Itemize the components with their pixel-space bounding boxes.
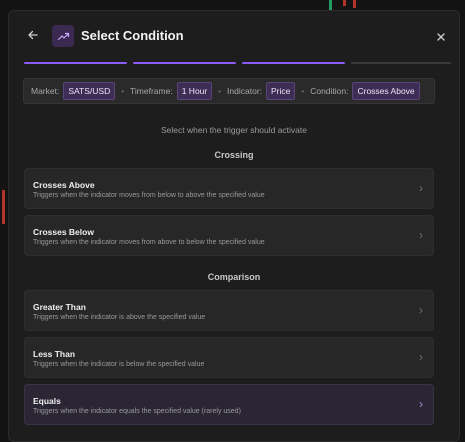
timeframe-label: Timeframe: <box>130 86 173 96</box>
market-label: Market: <box>31 86 60 96</box>
select-condition-modal: Select Condition Market: SATS/USD • Time… <box>8 10 460 442</box>
chart-candle-red <box>2 190 5 224</box>
condition-option-greater-than[interactable]: Greater Than Triggers when the indicator… <box>24 290 434 331</box>
option-description: Triggers when the indicator equals the s… <box>33 408 241 415</box>
option-description: Triggers when the indicator moves from a… <box>33 239 265 246</box>
chevron-right-icon: › <box>419 228 423 242</box>
arrow-left-icon <box>28 30 38 40</box>
timeframe-chip: 1 Hour <box>176 82 213 100</box>
separator-dot: • <box>301 86 305 96</box>
condition-label: Condition: <box>310 86 349 96</box>
market-chip: SATS/USD <box>63 82 116 100</box>
separator-dot: • <box>218 86 222 96</box>
option-description: Triggers when the indicator moves from b… <box>33 192 265 199</box>
modal-title: Select Condition <box>81 28 184 43</box>
option-description: Triggers when the indicator is below the… <box>33 361 205 368</box>
modal-header: Select Condition <box>9 11 459 63</box>
option-name: Equals <box>33 396 61 406</box>
condition-chip: Crosses Above <box>352 82 420 100</box>
close-button[interactable] <box>434 30 448 44</box>
option-name: Crosses Above <box>33 180 95 190</box>
indicator-chip: Price <box>266 82 296 100</box>
chevron-right-icon: › <box>419 303 423 317</box>
condition-option-less-than[interactable]: Less Than Triggers when the indicator is… <box>24 337 434 378</box>
chart-candle-red <box>353 0 356 8</box>
step-progress <box>24 62 451 64</box>
condition-option-crosses-above[interactable]: Crosses Above Triggers when the indicato… <box>24 168 434 209</box>
progress-step <box>133 62 236 64</box>
trending-up-icon <box>52 25 74 47</box>
indicator-label: Indicator: <box>227 86 263 96</box>
close-icon <box>437 33 445 41</box>
option-description: Triggers when the indicator is above the… <box>33 314 206 321</box>
section-title-comparison: Comparison <box>207 272 261 282</box>
progress-step <box>242 62 345 64</box>
chart-candle-green <box>329 0 332 10</box>
chevron-right-icon: › <box>419 350 423 364</box>
condition-option-equals[interactable]: Equals Triggers when the indicator equal… <box>24 384 434 425</box>
selection-summary: Market: SATS/USD • Timeframe: 1 Hour • I… <box>23 78 435 104</box>
option-name: Greater Than <box>33 302 86 312</box>
instruction-text: Select when the trigger should activate <box>160 125 307 135</box>
section-title-crossing: Crossing <box>214 150 254 160</box>
condition-option-crosses-below[interactable]: Crosses Below Triggers when the indicato… <box>24 215 434 256</box>
chevron-right-icon: › <box>419 397 423 411</box>
option-name: Crosses Below <box>33 227 94 237</box>
separator-dot: • <box>121 86 125 96</box>
chevron-right-icon: › <box>419 181 423 195</box>
progress-step <box>351 62 451 64</box>
chart-candle-red <box>343 0 346 6</box>
option-name: Less Than <box>33 349 76 359</box>
back-button[interactable] <box>26 29 40 43</box>
progress-step <box>24 62 127 64</box>
